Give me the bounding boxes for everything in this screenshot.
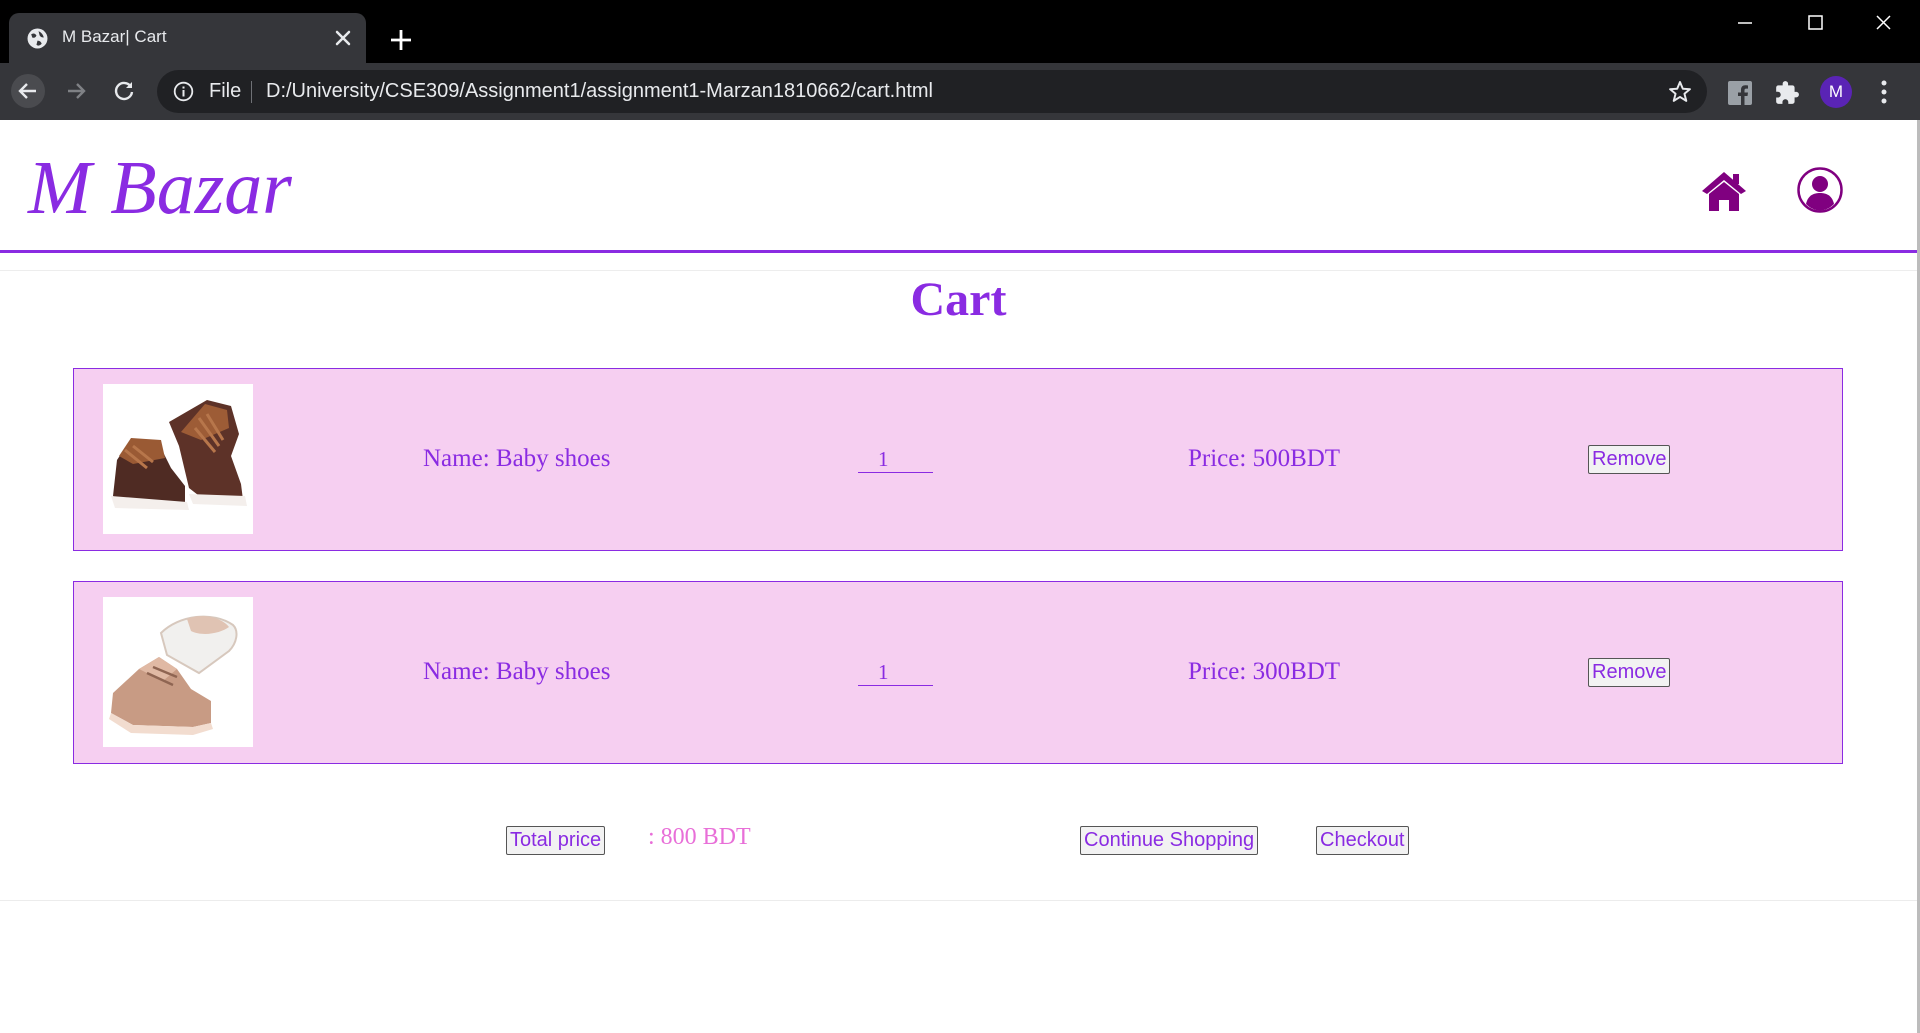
- back-button[interactable]: [11, 74, 45, 108]
- user-profile-icon[interactable]: [1796, 166, 1844, 214]
- home-icon[interactable]: [1700, 170, 1748, 212]
- new-tab-icon[interactable]: [388, 27, 414, 53]
- arrow-right-icon: [68, 83, 86, 99]
- quantity-input[interactable]: [858, 446, 933, 473]
- tab-strip: M Bazar| Cart: [0, 0, 1920, 64]
- extensions-puzzle-icon[interactable]: [1774, 80, 1800, 106]
- remove-button[interactable]: Remove: [1588, 445, 1671, 474]
- continue-shopping-button[interactable]: Continue Shopping: [1080, 826, 1259, 855]
- browser-tab[interactable]: M Bazar| Cart: [9, 13, 366, 64]
- total-price-button[interactable]: Total price: [506, 826, 606, 855]
- product-price: Price: 500BDT: [1188, 445, 1341, 472]
- bookmark-star-icon[interactable]: [1667, 79, 1693, 105]
- product-image: [103, 384, 253, 534]
- browser-chrome: M Bazar| Cart File D:/University/CSE309/…: [0, 0, 1920, 120]
- site-logo[interactable]: M Bazar: [28, 150, 292, 226]
- site-header: M Bazar: [0, 120, 1917, 253]
- address-bar[interactable]: File D:/University/CSE309/Assignment1/as…: [157, 70, 1707, 113]
- tab-title: M Bazar| Cart: [62, 27, 167, 46]
- checkout-button[interactable]: Checkout: [1316, 826, 1409, 855]
- maximize-icon[interactable]: [1801, 12, 1829, 34]
- forward-button[interactable]: [59, 74, 93, 108]
- cart-item: Name: Baby shoes Price: 500BDT Remove: [73, 368, 1843, 551]
- more-menu-icon[interactable]: [1874, 78, 1894, 106]
- product-name: Name: Baby shoes: [423, 658, 611, 685]
- facebook-extension-icon[interactable]: [1728, 81, 1752, 105]
- product-name: Name: Baby shoes: [423, 445, 611, 472]
- reload-icon: [114, 81, 134, 101]
- arrow-left-icon: [18, 83, 36, 99]
- profile-avatar[interactable]: M: [1820, 76, 1852, 108]
- reload-button[interactable]: [107, 74, 141, 108]
- footer-divider: [0, 900, 1917, 901]
- remove-button[interactable]: Remove: [1588, 658, 1671, 687]
- page-viewport: M Bazar Cart Name: Baby shoes Price:: [0, 120, 1920, 1033]
- page-title: Cart: [910, 273, 1007, 326]
- browser-toolbar: File D:/University/CSE309/Assignment1/as…: [0, 63, 1920, 120]
- close-window-icon[interactable]: [1869, 12, 1897, 34]
- product-image: [103, 597, 253, 747]
- globe-icon: [27, 28, 48, 49]
- omnibox-separator: [251, 81, 252, 103]
- header-divider: [0, 270, 1917, 271]
- quantity-input[interactable]: [858, 659, 933, 686]
- close-tab-icon[interactable]: [331, 26, 355, 50]
- info-icon[interactable]: [173, 81, 194, 102]
- total-price-value: : 800 BDT: [648, 824, 751, 850]
- scheme-label: File: [209, 80, 242, 102]
- product-price: Price: 300BDT: [1188, 658, 1341, 685]
- url-text[interactable]: D:/University/CSE309/Assignment1/assignm…: [266, 80, 933, 103]
- minimize-icon[interactable]: [1731, 12, 1759, 34]
- cart-item: Name: Baby shoes Price: 300BDT Remove: [73, 581, 1843, 764]
